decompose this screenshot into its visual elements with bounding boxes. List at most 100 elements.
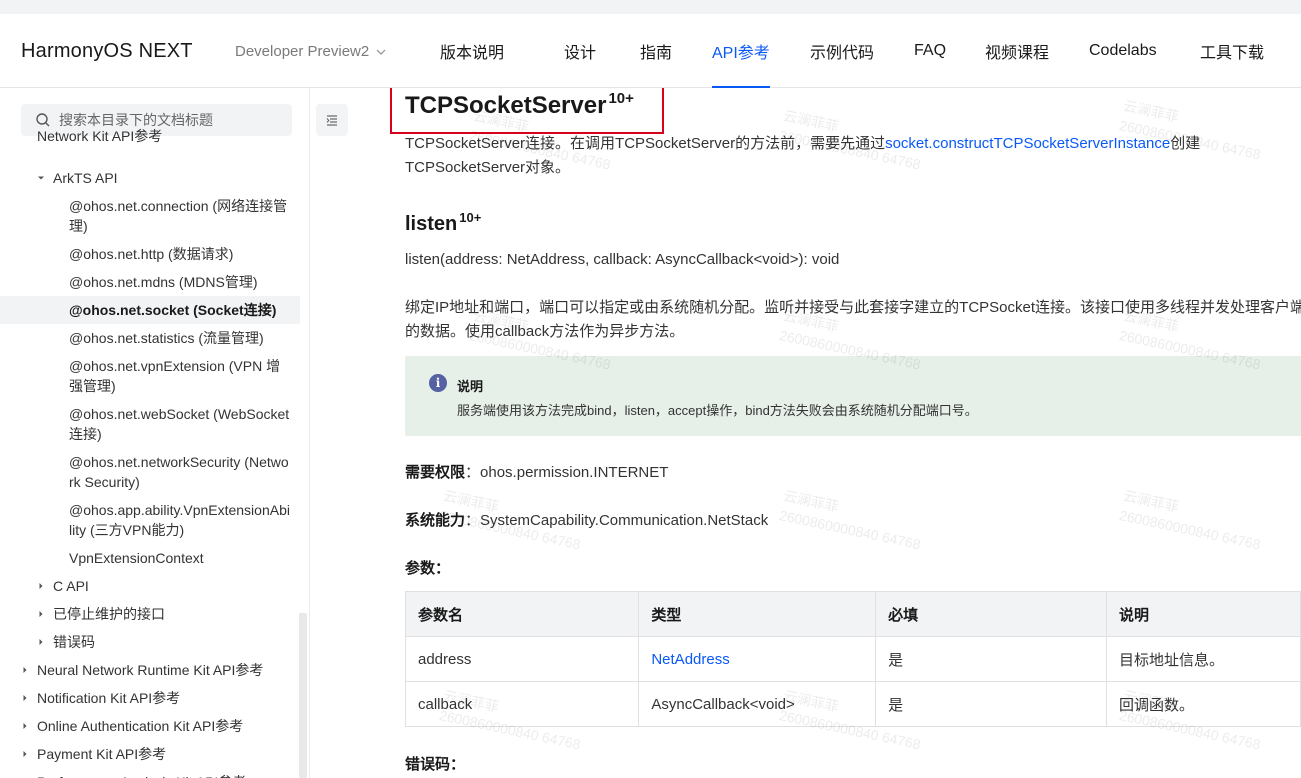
chevron-down-icon bbox=[376, 49, 386, 55]
nav-item-api-reference[interactable]: API参考 bbox=[712, 14, 770, 88]
table-row: address NetAddress 是 目标地址信息。 bbox=[404, 636, 1301, 682]
sidebar-item[interactable]: 错误码 bbox=[0, 632, 300, 652]
construct-instance-link[interactable]: socket.constructTCPSocketServerInstance bbox=[885, 135, 1170, 152]
sidebar-item[interactable]: Network Kit API参考 bbox=[0, 126, 300, 146]
sidebar-item[interactable]: @ohos.net.webSocket (WebSocket连接) bbox=[0, 404, 300, 444]
sidebar-item-label: @ohos.net.connection (网络连接管理) bbox=[69, 198, 288, 234]
sidebar-item-label: @ohos.net.webSocket (WebSocket连接) bbox=[69, 406, 290, 442]
sidebar-item-label: @ohos.net.http (数据请求) bbox=[69, 246, 234, 262]
sidebar-item[interactable]: Neural Network Runtime Kit API参考 bbox=[0, 660, 300, 680]
permission-label: 需要权限 bbox=[405, 464, 466, 481]
brand-title[interactable]: HarmonyOS NEXT bbox=[21, 40, 193, 63]
note-text: 服务端使用该方法完成bind，listen，accept操作，bind方法失败会… bbox=[457, 403, 978, 418]
caret-right-icon[interactable] bbox=[21, 666, 29, 674]
table-header-row: 参数名 类型 必填 说明 bbox=[404, 591, 1301, 637]
syscap-label: 系统能力 bbox=[405, 512, 466, 529]
version-label: Developer Preview2 bbox=[235, 43, 370, 60]
method-signature: listen(address: NetAddress, callback: As… bbox=[405, 251, 840, 268]
caret-right-icon[interactable] bbox=[21, 694, 29, 702]
param-name-cell: address bbox=[404, 636, 640, 682]
sidebar-item-label: C API bbox=[53, 578, 89, 594]
params-table: 参数名 类型 必填 说明 address NetAddress 是 目标地址信息… bbox=[404, 591, 1301, 727]
param-type-cell: AsyncCallback<void> bbox=[638, 681, 877, 727]
param-required-cell: 是 bbox=[875, 681, 1107, 727]
page-title: TCPSocketServer 10+ bbox=[405, 90, 634, 120]
sidebar-item[interactable]: C API bbox=[0, 576, 300, 596]
sidebar-item-label: ArkTS API bbox=[53, 170, 118, 186]
errors-heading: 错误码： bbox=[405, 756, 466, 773]
caret-right-icon[interactable] bbox=[37, 610, 45, 618]
caret-right-icon[interactable] bbox=[21, 722, 29, 730]
sidebar: Network Kit API参考 ArkTS API @ohos.net.conn… bbox=[0, 88, 310, 778]
page-title-text: TCPSocketServer bbox=[405, 92, 607, 119]
syscap-line: 系统能力：SystemCapability.Communication.NetS… bbox=[405, 512, 769, 529]
browser-top-strip bbox=[0, 0, 1301, 14]
sidebar-item[interactable]: 已停止维护的接口 bbox=[0, 604, 300, 624]
note-title: 说明 bbox=[457, 379, 484, 394]
sidebar-item[interactable]: @ohos.net.connection (网络连接管理) bbox=[0, 196, 300, 236]
sidebar-item-label: VpnExtensionContext bbox=[69, 550, 204, 566]
param-required-cell: 是 bbox=[875, 636, 1107, 682]
sidebar-item-label: 错误码 bbox=[53, 634, 95, 650]
sidebar-item[interactable]: Online Authentication Kit API参考 bbox=[0, 716, 300, 736]
params-heading: 参数： bbox=[405, 560, 451, 577]
sidebar-item[interactable]: @ohos.net.statistics (流量管理) bbox=[0, 328, 300, 348]
sidebar-item-label: 已停止维护的接口 bbox=[53, 606, 165, 622]
sidebar-item-label: @ohos.net.mdns (MDNS管理) bbox=[69, 274, 258, 290]
page-title-version: 10+ bbox=[608, 90, 634, 107]
param-type-link[interactable]: NetAddress bbox=[638, 636, 877, 682]
caret-right-icon[interactable] bbox=[21, 750, 29, 758]
caret-right-icon[interactable] bbox=[37, 582, 45, 590]
sidebar-item[interactable]: @ohos.net.http (数据请求) bbox=[0, 244, 300, 264]
nav-item-video-courses[interactable]: 视频课程 bbox=[985, 14, 1049, 88]
method-description-line-2: 的数据。使用callback方法作为异步方法。 bbox=[405, 323, 685, 340]
sidebar-item[interactable]: @ohos.net.socket (Socket连接) bbox=[0, 296, 300, 324]
info-icon: i bbox=[429, 374, 447, 392]
method-version: 10+ bbox=[459, 210, 482, 225]
nav-item-guide[interactable]: 指南 bbox=[640, 14, 712, 88]
permission-value: ohos.permission.INTERNET bbox=[480, 464, 669, 481]
sidebar-item-label: @ohos.net.networkSecurity (Network Secur… bbox=[69, 454, 289, 490]
intro-text-pre: TCPSocketServer连接。在调用TCPSocketServer的方法前… bbox=[405, 135, 886, 152]
table-header-cell: 必填 bbox=[875, 591, 1107, 637]
version-selector[interactable]: Developer Preview2 bbox=[235, 43, 387, 60]
table-header-cell: 类型 bbox=[638, 591, 877, 637]
nav-item-codelabs[interactable]: Codelabs bbox=[1089, 14, 1161, 88]
sidebar-item[interactable]: @ohos.app.ability.VpnExtensionAbility (三… bbox=[0, 500, 300, 540]
sidebar-item[interactable]: @ohos.net.mdns (MDNS管理) bbox=[0, 272, 300, 292]
sidebar-item-label: @ohos.net.socket (Socket连接) bbox=[69, 302, 277, 318]
sidebar-item[interactable]: Performance Analysis Kit API参考 bbox=[0, 772, 300, 778]
sidebar-item-label: @ohos.net.vpnExtension (VPN 增强管理) bbox=[69, 358, 281, 394]
main-content: TCPSocketServer 10+ TCPSocketServer连接。在调用… bbox=[310, 88, 1301, 778]
sidebar-item-label: Online Authentication Kit API参考 bbox=[37, 718, 244, 734]
nav-item-release-notes[interactable]: 版本说明 bbox=[440, 14, 536, 88]
top-nav: 版本说明 设计 指南 API参考 示例代码 FAQ 视频课程 Codelabs … bbox=[440, 14, 1264, 88]
caret-down-icon[interactable] bbox=[37, 174, 45, 182]
sidebar-item[interactable]: @ohos.net.vpnExtension (VPN 增强管理) bbox=[0, 356, 300, 396]
nav-item-sample-code[interactable]: 示例代码 bbox=[810, 14, 874, 88]
param-desc-cell: 回调函数。 bbox=[1106, 681, 1301, 727]
param-desc-cell: 目标地址信息。 bbox=[1106, 636, 1301, 682]
sidebar-item-label: Neural Network Runtime Kit API参考 bbox=[37, 662, 264, 678]
sidebar-item-label: Performance Analysis Kit API参考 bbox=[37, 772, 292, 778]
sidebar-item[interactable]: @ohos.net.networkSecurity (Network Secur… bbox=[0, 452, 300, 492]
caret-right-icon[interactable] bbox=[37, 638, 45, 646]
sidebar-item[interactable]: ArkTS API bbox=[0, 168, 300, 188]
note-box: i 说明 服务端使用该方法完成bind，listen，accept操作，bind… bbox=[405, 356, 1301, 436]
sidebar-scrollbar[interactable] bbox=[299, 613, 307, 778]
nav-item-tool-download[interactable]: 工具下载 bbox=[1200, 14, 1264, 88]
intro-paragraph: TCPSocketServer连接。在调用TCPSocketServer的方法前… bbox=[405, 132, 1285, 180]
sidebar-item-label: Payment Kit API参考 bbox=[37, 746, 167, 762]
nav-item-design[interactable]: 设计 bbox=[564, 14, 640, 88]
sidebar-item[interactable]: Notification Kit API参考 bbox=[0, 688, 300, 708]
sidebar-item[interactable]: VpnExtensionContext bbox=[0, 548, 300, 568]
method-heading: listen 10+ bbox=[405, 210, 481, 236]
sidebar-item[interactable]: Payment Kit API参考 bbox=[0, 744, 300, 764]
table-header-cell: 说明 bbox=[1106, 591, 1301, 637]
permission-line: 需要权限：ohos.permission.INTERNET bbox=[405, 464, 669, 481]
method-description-line-1: 绑定IP地址和端口，端口可以指定或由系统随机分配。监听并接受与此套接字建立的TC… bbox=[405, 299, 1301, 316]
sidebar-item-label: @ohos.net.statistics (流量管理) bbox=[69, 330, 264, 346]
nav-item-faq[interactable]: FAQ bbox=[914, 14, 950, 88]
param-name-cell: callback bbox=[404, 681, 640, 727]
sidebar-item-label: @ohos.app.ability.VpnExtensionAbility (三… bbox=[69, 502, 290, 538]
